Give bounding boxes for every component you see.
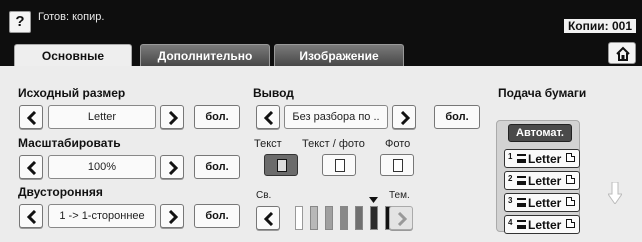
duplex-next-button[interactable] <box>160 204 184 228</box>
paper-icon <box>566 175 575 184</box>
output-label: Вывод <box>253 86 294 100</box>
tray-size: Letter <box>528 218 562 232</box>
darkness-level-bar <box>325 206 333 230</box>
darkness-level-bar <box>340 206 348 230</box>
duplex-value: 1 -> 1-стороннее <box>48 204 156 228</box>
chevron-left-icon <box>263 212 274 226</box>
tray-icon <box>517 198 526 207</box>
original-size-next-button[interactable] <box>160 105 184 129</box>
original-size-more-button[interactable]: бол. <box>194 105 240 129</box>
chevron-right-icon <box>168 210 179 224</box>
scale-next-button[interactable] <box>160 155 184 179</box>
chevron-right-icon <box>168 111 179 125</box>
scale-prev-button[interactable] <box>19 155 43 179</box>
chevron-left-icon <box>26 111 37 125</box>
tray-number: 4 <box>508 218 513 227</box>
darkness-level-bar <box>370 206 378 230</box>
tray-number: 2 <box>508 174 513 183</box>
copies-counter: Копии: 001 <box>563 19 636 33</box>
paper-auto-button[interactable]: Автомат. <box>508 124 572 142</box>
tray-size: Letter <box>528 152 562 166</box>
status-bar: ? Готов: копир. Копии: 001 <box>0 0 642 38</box>
text-document-icon <box>277 159 287 172</box>
darkness-indicator-icon <box>369 197 378 203</box>
photo-document-icon <box>393 159 403 172</box>
darkness-light-label: Св. <box>256 190 272 201</box>
tray-4-button[interactable]: 4 Letter <box>504 215 580 234</box>
duplex-prev-button[interactable] <box>19 204 43 228</box>
scale-value: 100% <box>48 155 156 179</box>
darkness-lighter-button[interactable] <box>256 206 280 230</box>
home-button[interactable] <box>608 42 636 64</box>
paper-supply-label: Подача бумаги <box>498 86 587 100</box>
mode-text-label: Текст <box>254 138 282 150</box>
home-icon <box>616 46 630 61</box>
tray-icon <box>517 176 526 185</box>
tray-size: Letter <box>528 174 562 188</box>
tab-advanced[interactable]: Дополнительно <box>140 44 270 66</box>
mode-text-button[interactable] <box>264 154 298 176</box>
duplex-more-button[interactable]: бол. <box>194 204 240 228</box>
mode-photo-button[interactable] <box>380 154 414 176</box>
scale-more-button[interactable]: бол. <box>194 155 240 179</box>
chevron-right-icon <box>397 212 408 226</box>
mode-photo-label: Фото <box>385 138 411 150</box>
output-prev-button[interactable] <box>256 105 280 129</box>
tray-2-button[interactable]: 2 Letter <box>504 171 580 190</box>
darkness-level-bar <box>295 206 303 230</box>
basic-settings-panel: Исходный размер Letter бол. Масштабирова… <box>0 66 642 242</box>
paper-icon <box>566 219 575 228</box>
darkness-dark-label: Тем. <box>389 190 410 201</box>
tray-number: 1 <box>508 152 513 161</box>
paper-supply-panel: Автомат. 1 Letter 2 Letter 3 Letter 4 Le… <box>496 114 586 234</box>
original-size-label: Исходный размер <box>18 86 126 100</box>
paper-icon <box>566 197 575 206</box>
mode-text-photo-button[interactable] <box>322 154 356 176</box>
tray-size: Letter <box>528 196 562 210</box>
status-text: Готов: копир. <box>38 11 105 23</box>
mode-text-photo-label: Текст / фото <box>302 138 365 150</box>
chevron-left-icon <box>26 210 37 224</box>
down-arrow-icon <box>608 182 622 204</box>
tray-number: 3 <box>508 196 513 205</box>
tray-3-button[interactable]: 3 Letter <box>504 193 580 212</box>
original-size-value: Letter <box>48 105 156 129</box>
tab-bar: Основные Дополнительно Изображение <box>0 38 642 70</box>
tab-image[interactable]: Изображение <box>274 44 404 66</box>
scale-label: Масштабировать <box>18 136 121 150</box>
chevron-right-icon <box>400 111 411 125</box>
text-photo-document-icon <box>335 159 345 172</box>
chevron-left-icon <box>26 161 37 175</box>
output-more-button[interactable]: бол. <box>434 105 480 129</box>
duplex-label: Двусторонняя <box>18 185 103 199</box>
help-button[interactable]: ? <box>9 11 31 33</box>
chevron-left-icon <box>263 111 274 125</box>
tray-icon <box>517 220 526 229</box>
tray-icon <box>517 154 526 163</box>
darkness-darker-button[interactable] <box>389 206 413 230</box>
darkness-level-bar <box>310 206 318 230</box>
output-next-button[interactable] <box>392 105 416 129</box>
darkness-level-bar <box>355 206 363 230</box>
original-size-prev-button[interactable] <box>19 105 43 129</box>
chevron-right-icon <box>168 161 179 175</box>
output-value: Без разбора по .. <box>284 105 388 129</box>
paper-icon <box>566 153 575 162</box>
tray-1-button[interactable]: 1 Letter <box>504 149 580 168</box>
